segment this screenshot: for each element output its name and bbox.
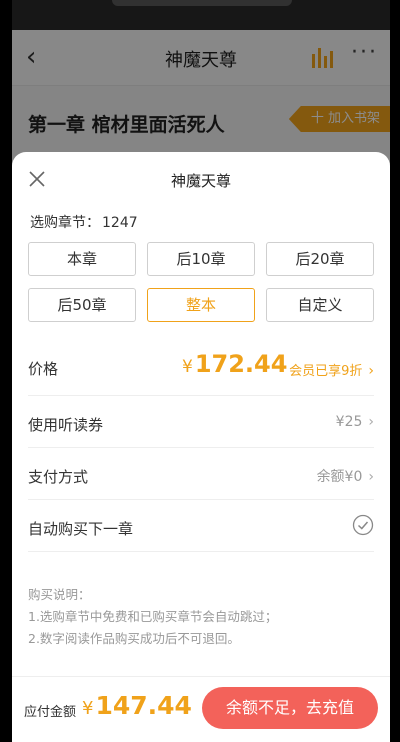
- select-count: 1247: [102, 215, 138, 231]
- price-value: ¥172.44: [182, 350, 287, 378]
- voucher-label: 使用听读券: [28, 416, 104, 434]
- option-whole-book[interactable]: 整本: [147, 288, 255, 322]
- notes-line-1: 1.选购章节中免费和已购买章节会自动跳过；: [28, 609, 278, 624]
- recharge-button[interactable]: 余额不足，去充值: [202, 687, 378, 729]
- chevron-right-icon: ›: [368, 469, 374, 485]
- auto-buy-checkbox[interactable]: [352, 514, 374, 536]
- due-value: 147.44: [95, 691, 192, 720]
- option-next-20[interactable]: 后20章: [266, 242, 374, 276]
- option-custom[interactable]: 自定义: [266, 288, 374, 322]
- chevron-right-icon: ›: [368, 363, 374, 379]
- payment-footer: 应付金额 ¥147.44 余额不足，去充值: [12, 676, 390, 742]
- notes-line-2: 2.数字阅读作品购买成功后不可退回。: [28, 631, 240, 646]
- voucher-amount: ¥25: [335, 414, 363, 430]
- purchase-sheet: 神魔天尊 选购章节： 1247 本章 后10章 后20章 后50章 整本 自定义 …: [12, 152, 390, 742]
- price-currency: ¥: [182, 357, 193, 377]
- option-this-chapter[interactable]: 本章: [28, 242, 136, 276]
- option-next-10[interactable]: 后10章: [147, 242, 255, 276]
- chapter-selection-label: 选购章节： 1247: [28, 212, 138, 232]
- payment-balance: 余额¥0: [316, 469, 363, 485]
- purchase-notes: 购买说明： 1.选购章节中免费和已购买章节会自动跳过； 2.数字阅读作品购买成功…: [28, 584, 374, 650]
- due-currency: ¥: [82, 698, 94, 719]
- due-label: 应付金额: [24, 705, 77, 720]
- vip-discount-link[interactable]: 会员已享9折 ›: [289, 360, 374, 379]
- price-amount: 172.44: [194, 350, 288, 378]
- payment-method-row[interactable]: 支付方式 余额¥0 ›: [28, 448, 374, 500]
- option-next-50[interactable]: 后50章: [28, 288, 136, 322]
- voucher-row[interactable]: 使用听读券 ¥25 ›: [28, 396, 374, 448]
- select-label: 选购章节：: [30, 215, 100, 231]
- vip-discount-text: 会员已享9折: [289, 364, 363, 379]
- phone-screen: ‹ 神魔天尊 ··· 第一章 棺材里面活死人 十 加入书架 神魔天尊 选购章节：…: [12, 0, 390, 742]
- payment-value: 余额¥0 ›: [317, 466, 374, 486]
- chevron-right-icon: ›: [368, 414, 374, 430]
- voucher-value: ¥25 ›: [336, 414, 374, 430]
- price-label: 价格: [28, 360, 59, 378]
- notes-heading: 购买说明：: [28, 587, 91, 602]
- payment-label: 支付方式: [28, 468, 89, 486]
- sheet-title: 神魔天尊: [170, 172, 231, 190]
- due-amount: ¥147.44: [82, 691, 192, 720]
- auto-buy-row: 自动购买下一章: [28, 500, 374, 552]
- auto-buy-label: 自动购买下一章: [28, 520, 134, 538]
